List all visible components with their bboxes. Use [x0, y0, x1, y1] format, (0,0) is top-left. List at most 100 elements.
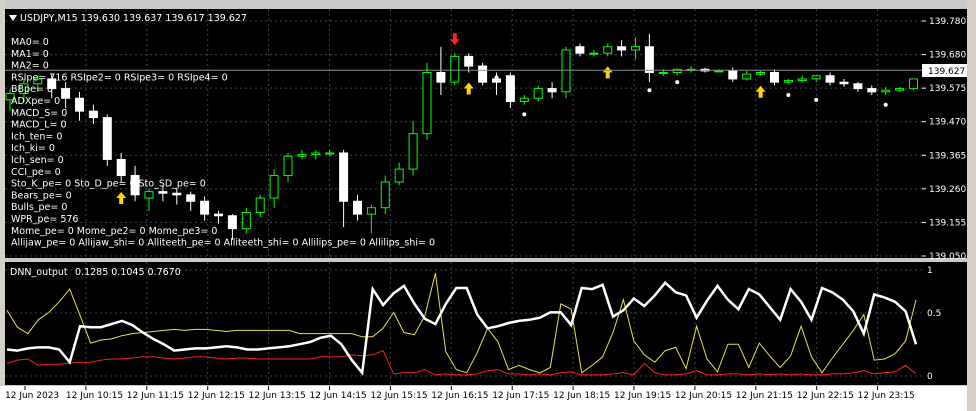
signal-dot: [883, 102, 888, 107]
indicator-label: Ich_ki= 0: [11, 143, 55, 154]
indicator-label: MA1= 0: [11, 49, 49, 60]
time-tick-label: 12 Jun 10:15: [66, 391, 123, 401]
candle-body-bull: [756, 72, 766, 75]
indicator-label: Mome_pe= 0 Mome_pe2= 0 Mome_pe3= 0: [11, 226, 217, 237]
candle-body-bear: [575, 46, 585, 54]
candle-body-bear: [492, 78, 501, 83]
indicator-label: MA0= 0: [11, 37, 49, 48]
candle-body-bear: [644, 46, 654, 74]
indicator-label: Ich_sen= 0: [11, 155, 64, 166]
candle-body-bear: [839, 81, 849, 85]
candle-body-bear: [339, 152, 349, 202]
candle-body-bull: [283, 155, 293, 177]
candle-body-bull: [881, 89, 891, 93]
indicator-label: MACD_S= 0: [11, 108, 67, 119]
dnn-window-area[interactable]: [5, 262, 922, 385]
price-tick-label: 139.260: [929, 185, 966, 195]
indicator-label: WPR_pe= 576: [11, 214, 78, 225]
time-tick-label: 12 Jun 19:15: [614, 391, 671, 401]
time-tick-label: 12 Jun 18:15: [553, 391, 610, 401]
dnn-values: 0.1285 0.1045 0.7670: [75, 267, 181, 278]
candle-body-bull: [311, 152, 321, 156]
indicator-label: MACD_L= 0: [11, 120, 67, 131]
indicator-label: BBpe= 0: [11, 84, 53, 95]
main-chart-area[interactable]: [5, 9, 922, 258]
candle-body-bull: [658, 72, 668, 75]
candle-body-bear: [116, 158, 126, 177]
candle-body-bull: [241, 212, 251, 230]
price-tick-label: 139.575: [929, 84, 966, 94]
candle-body-bear: [436, 72, 446, 83]
price-tick-label: 139.680: [929, 51, 966, 61]
time-tick-label: 12 Jun 2023: [5, 391, 59, 401]
candle-body-bear: [617, 46, 627, 51]
price-tick-label: 139.470: [929, 118, 966, 128]
dnn-title: DNN_output: [10, 267, 68, 278]
signal-dot: [786, 93, 791, 98]
candle-body-bear: [158, 191, 168, 194]
indicator-label: RSIpe= 716 RSIpe2= 0 RSIpe3= 0 RSIpe4= 0: [11, 72, 228, 83]
indicator-label: Bulls_pe= 0: [11, 202, 67, 213]
candle-body-bull: [144, 191, 154, 199]
indicator-label: CCI_pe= 0: [11, 167, 61, 178]
indicator-label: Allijaw_pe= 0 Allijaw_shi= 0 Alliteeth_p…: [11, 238, 435, 249]
candle-body-bull: [714, 70, 724, 73]
candle-body-bull: [422, 72, 432, 135]
time-tick-label: 12 Jun 15:15: [370, 391, 427, 401]
indicator-label: Sto_K_pe= 0 Sto_D_pe= 0 Sto_SD_pe= 0: [11, 179, 206, 190]
candle-body-bear: [547, 88, 557, 93]
signal-dot: [814, 97, 819, 102]
candle-body-bear: [200, 200, 210, 215]
current-price-label: 139.627: [928, 67, 965, 77]
dnn-axis-panel: [922, 262, 967, 385]
candle-body-bear: [102, 117, 112, 160]
candle-body-bull: [742, 73, 752, 80]
candle-body-bull: [895, 88, 905, 91]
indicator-label: MA2= 0: [11, 61, 49, 72]
candle-body-bull: [533, 88, 543, 99]
candle-body-bull: [783, 80, 793, 83]
time-tick-label: 12 Jun 23:15: [858, 391, 915, 401]
candle-body-bear: [478, 65, 488, 83]
candle-body-bear: [172, 192, 182, 196]
candle-body-bull: [450, 55, 460, 83]
time-tick-label: 12 Jun 13:15: [249, 391, 306, 401]
candle-body-bull: [380, 181, 390, 209]
indicator-label: Ich_ten= 0: [11, 131, 62, 142]
candle-body-bull: [561, 49, 571, 93]
indicator-label: ADXpe= 0: [11, 96, 60, 107]
dnn-tick-label: 0.5: [927, 309, 941, 319]
candle-body-bull: [366, 207, 376, 215]
candle-body-bull: [325, 152, 335, 155]
candle-body-bull: [297, 154, 307, 157]
candle-body-bear: [214, 213, 223, 217]
candle-body-bull: [589, 52, 599, 55]
candle-body-bear: [353, 200, 362, 215]
price-tick-label: 139.050: [929, 252, 966, 262]
time-tick-label: 12 Jun 21:15: [736, 391, 793, 401]
dnn-tick-label: 1: [927, 266, 933, 276]
time-tick-label: 12 Jun 16:15: [431, 391, 488, 401]
candle-body-bull: [631, 46, 640, 51]
current-price-marker: 139.627: [922, 64, 967, 77]
time-tick-label: 12 Jun 22:15: [797, 391, 854, 401]
candle-body-bull: [603, 46, 613, 54]
dnn-tick-label: 0: [927, 372, 933, 382]
candle-body-bear: [464, 55, 474, 67]
candle-body-bear: [61, 88, 71, 99]
candle-body-bull: [909, 78, 918, 90]
candle-body-bear: [867, 88, 877, 93]
time-tick-label: 12 Jun 14:15: [310, 391, 367, 401]
candle-body-bear: [227, 215, 237, 230]
time-tick-label: 12 Jun 12:15: [188, 391, 245, 401]
indicator-label: Bears_pe= 0: [11, 190, 72, 201]
candle-body-bull: [811, 75, 821, 80]
candle-body-bear: [75, 97, 84, 112]
candle-body-bear: [505, 75, 515, 102]
candle-body-bull: [519, 97, 529, 102]
price-tick-label: 139.155: [929, 218, 966, 228]
chart-canvas[interactable]: USDJPY,M15 139.630 139.637 139.617 139.6…: [0, 0, 976, 411]
symbol-line: USDJPY,M15 139.630 139.637 139.617 139.6…: [20, 13, 247, 24]
candle-body-bull: [408, 133, 418, 170]
candle-body-bull: [269, 175, 279, 199]
